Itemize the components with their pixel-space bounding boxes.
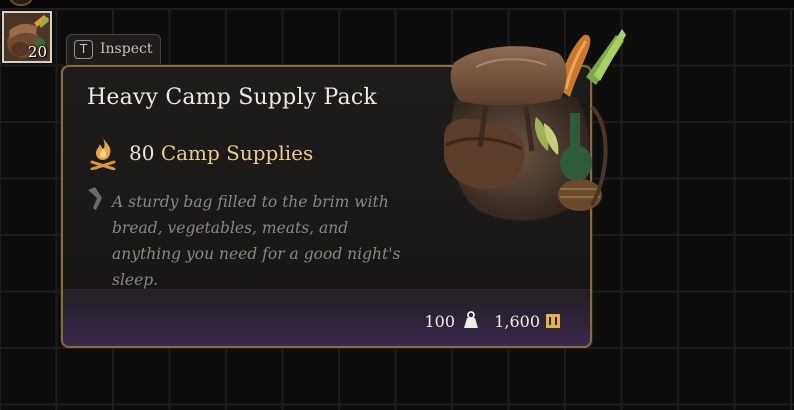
camp-supplies-amount: 80 <box>129 141 155 165</box>
top-bar <box>0 0 794 8</box>
weight-value: 100 <box>424 312 455 331</box>
stack-count: 20 <box>27 43 47 61</box>
inspect-key-badge: T <box>74 40 93 59</box>
gold-value: 1,600 <box>494 312 540 331</box>
weight-icon <box>464 311 478 328</box>
quill-icon <box>88 187 102 210</box>
inspect-tab[interactable]: T Inspect <box>66 34 161 66</box>
gold-coin-icon <box>546 314 560 328</box>
camp-supplies-value: 80 Camp Supplies <box>129 141 313 165</box>
inspect-label: Inspect <box>100 41 153 57</box>
supply-pack-icon <box>444 29 626 221</box>
inventory-slot[interactable]: 20 <box>2 11 52 63</box>
item-title: Heavy Camp Supply Pack <box>87 85 377 110</box>
camp-supplies-label: Camp Supplies <box>160 141 314 165</box>
campfire-icon <box>90 138 116 170</box>
item-description: A sturdy bag filled to the brim with bre… <box>112 193 401 289</box>
